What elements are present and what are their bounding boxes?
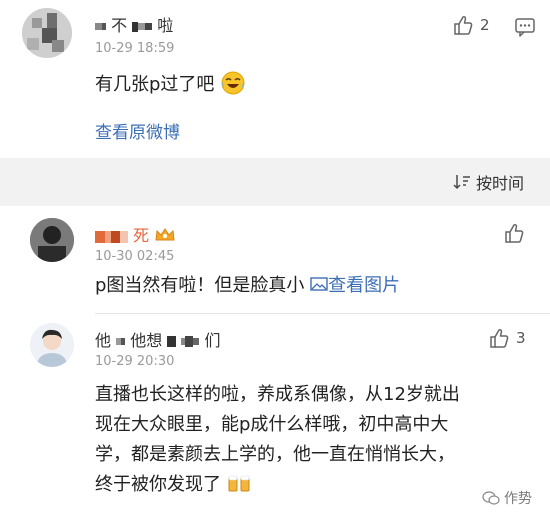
thumbs-up-icon [454,15,473,35]
comment-text: 有几张p过了吧 [95,70,246,100]
reply-text: 直播也长这样的啦，养成系偶像，从12岁就出 现在大众眼里，能p成什么样哦，初中高… [95,380,540,500]
image-icon [310,277,328,291]
avatar-image [22,8,72,58]
like-button[interactable] [503,222,525,244]
like-button[interactable]: 2 [452,14,490,36]
avatar-image [30,323,74,367]
reply-text: p图当然有啦！但是脸真小 查看图片 [95,275,401,296]
reply-time: 10-29 20:30 [95,354,175,369]
comment-icon [515,18,535,37]
laughing-emoji-icon [221,71,245,95]
like-button[interactable]: 3 [488,327,526,349]
sort-label: 按时间 [476,174,525,193]
avatar[interactable] [30,218,74,262]
view-original-post-link[interactable]: 查看原微博 [95,118,180,143]
reply-text-line: 终于被你发现了 [95,470,540,500]
reply-text-line: 学，都是素颜去上学的，他一直在悄悄长大， [95,444,455,465]
comment-menu-button[interactable] [514,16,536,42]
sort-by-time-button[interactable]: 按时间 [452,170,524,194]
watermark: 作势 [482,488,532,508]
avatar[interactable] [22,8,72,58]
thumbs-up-icon [490,328,509,348]
watermark-text: 作势 [504,491,532,507]
comment-time: 10-29 18:59 [95,41,175,56]
wechat-icon [482,491,500,505]
view-image-link[interactable]: 查看图片 [310,275,400,296]
reply-text-line: 直播也长这样的啦，养成系偶像，从12岁就出 [95,384,460,405]
divider [95,313,550,314]
like-count: 2 [480,16,490,34]
comment-author-name[interactable]: 不 啦 [95,12,173,36]
cheers-beer-emoji-icon [228,475,250,492]
vip-crown-icon [155,228,175,241]
thumbs-up-icon [505,223,524,243]
reply-text-line: 现在大众眼里，能p成什么样哦，初中高中大 [95,414,449,435]
like-count: 3 [516,329,526,347]
reply-time: 10-30 02:45 [95,249,175,264]
reply-author-name[interactable]: 死 [95,222,176,246]
avatar-image [30,218,74,262]
sort-icon [453,175,470,190]
avatar[interactable] [30,323,74,367]
reply-author-name[interactable]: 他 他想 们 [95,327,221,351]
